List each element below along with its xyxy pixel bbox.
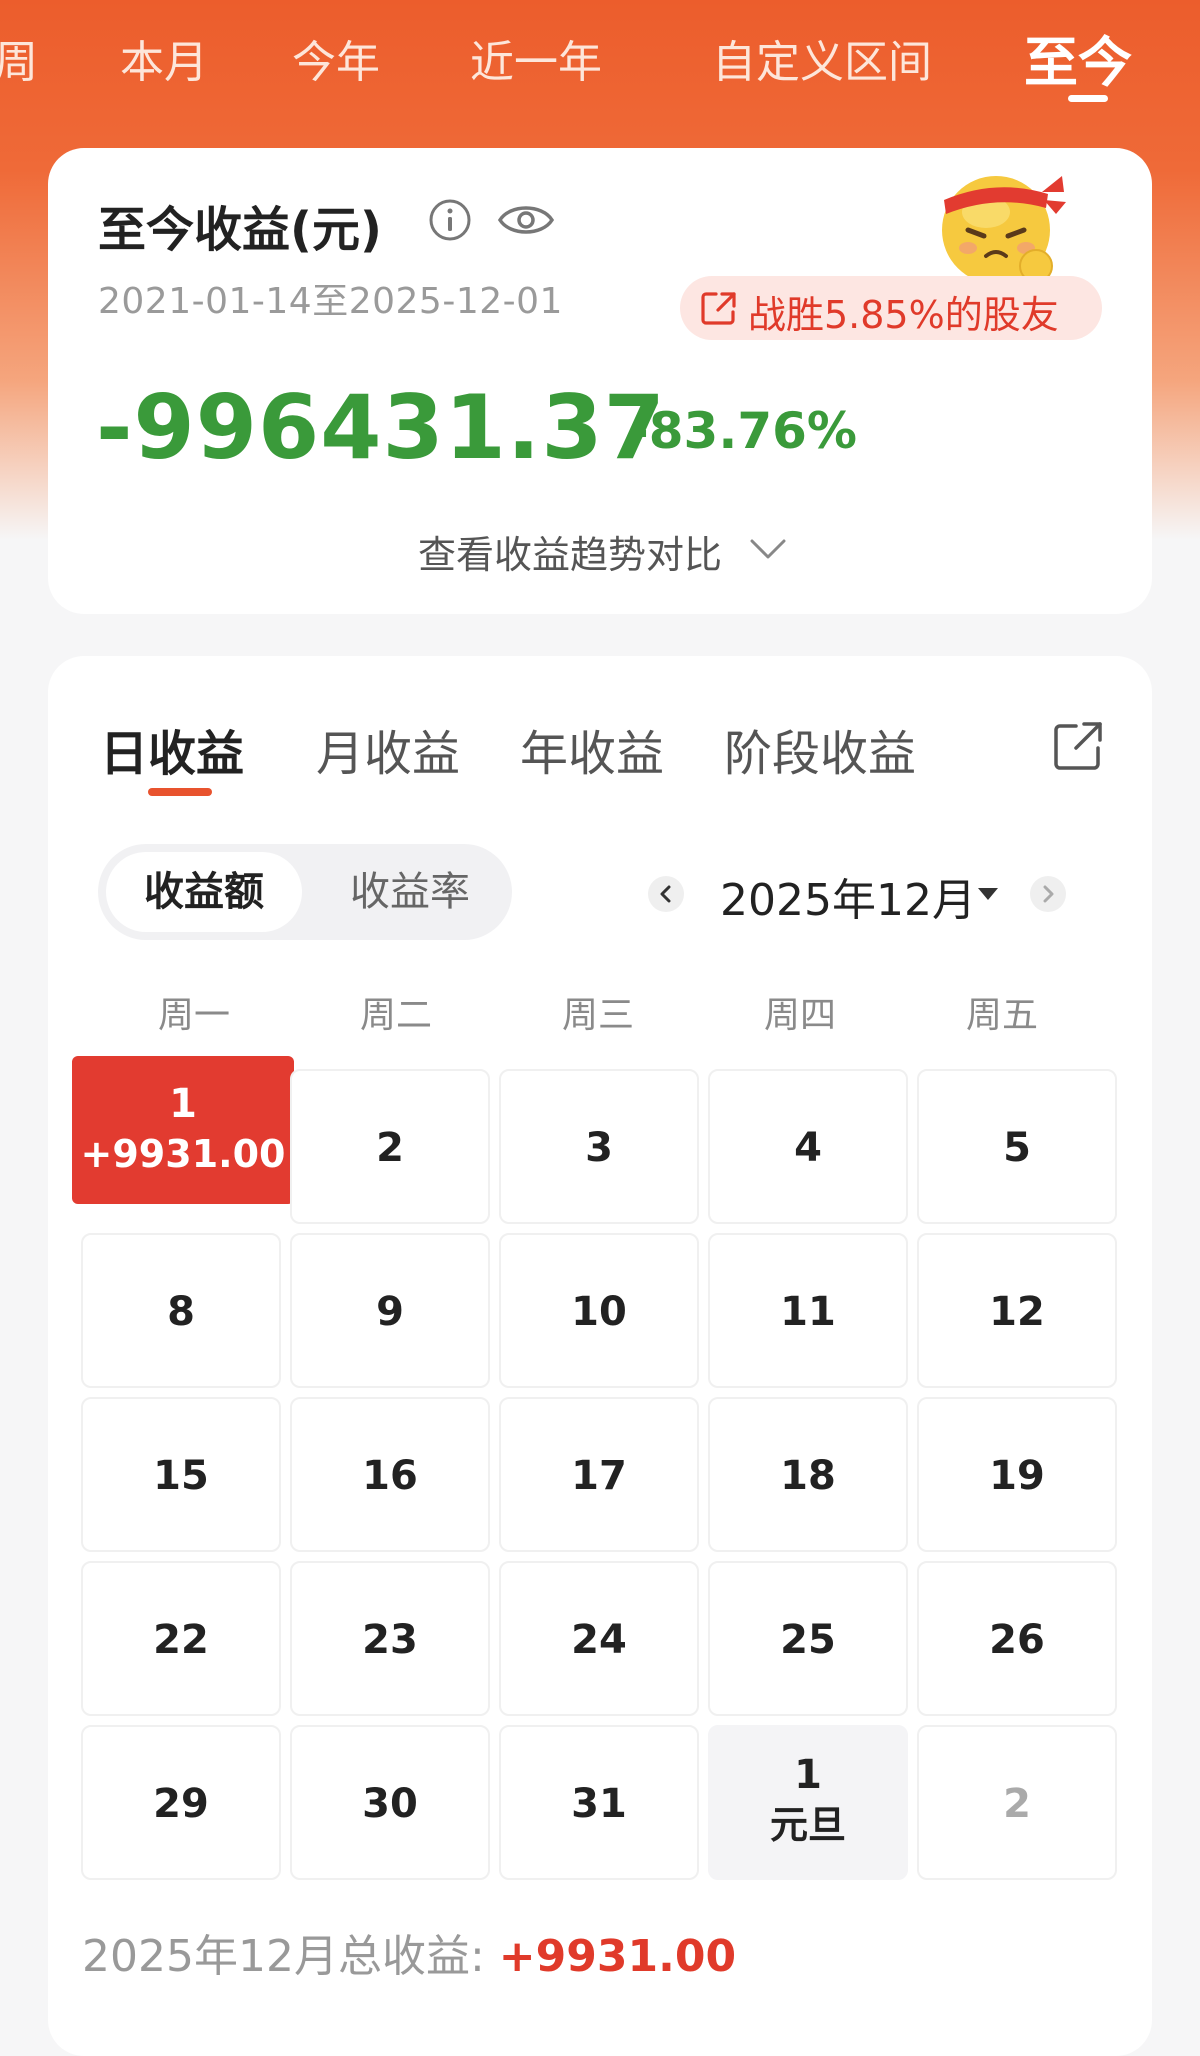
month-total: 2025年12月总收益: +9931.00 — [82, 1920, 736, 1984]
calendar-day-cell[interactable]: 3 — [499, 1069, 699, 1224]
share-out-icon — [701, 292, 736, 325]
tab-daily-profit[interactable]: 日收益 — [100, 714, 244, 784]
calendar-day-cell[interactable]: 25 — [708, 1561, 908, 1716]
day-profit-value: +9931.00 — [80, 1132, 286, 1176]
share-icon[interactable] — [1050, 718, 1106, 774]
summary-title: 至今收益(元) — [98, 202, 382, 258]
beat-percent-text: 战胜5.85%的股友 — [748, 293, 1059, 337]
tab-custom-range[interactable]: 自定义区间 — [712, 26, 932, 90]
eye-icon[interactable] — [496, 198, 556, 242]
calendar-day-cell[interactable]: 12 — [917, 1233, 1117, 1388]
weekday-thu: 周四 — [763, 995, 836, 1036]
active-tab-indicator — [1068, 95, 1108, 102]
calendar-day-cell[interactable]: 15 — [81, 1397, 281, 1552]
month-selector[interactable]: 2025年12月 — [720, 864, 976, 928]
chevron-left-icon — [660, 885, 671, 903]
weekday-wed: 周三 — [561, 995, 634, 1036]
caret-down-icon[interactable] — [978, 888, 998, 900]
next-month-button[interactable] — [1030, 876, 1066, 912]
profit-type-segment: 收益额 收益率 — [98, 844, 512, 940]
tab-stage-profit[interactable]: 阶段收益 — [724, 714, 916, 784]
trend-compare-link[interactable]: 查看收益趋势对比 — [418, 524, 722, 579]
info-icon[interactable] — [428, 198, 472, 242]
tab-this-year[interactable]: 今年 — [292, 26, 380, 90]
segment-rate[interactable]: 收益率 — [316, 852, 504, 932]
type-tab-indicator — [148, 788, 212, 796]
tab-monthly-profit[interactable]: 月收益 — [316, 714, 460, 784]
holiday-label: 元旦 — [769, 1803, 846, 1847]
weekday-fri: 周五 — [965, 995, 1038, 1036]
chevron-right-icon — [1043, 885, 1054, 903]
calendar-day-cell[interactable]: 22 — [81, 1561, 281, 1716]
total-profit-rate: -83.76% — [628, 402, 858, 460]
prev-month-button[interactable] — [648, 876, 684, 912]
calendar-day-cell[interactable]: 1 +9931.00 — [72, 1056, 294, 1204]
tab-this-month[interactable]: 本月 — [120, 26, 208, 90]
calendar-day-cell[interactable]: 10 — [499, 1233, 699, 1388]
calendar-day-cell[interactable]: 2 — [917, 1725, 1117, 1880]
calendar-day-cell[interactable]: 24 — [499, 1561, 699, 1716]
calendar-day-cell[interactable]: 30 — [290, 1725, 490, 1880]
calendar-holiday-cell[interactable]: 1 元旦 — [708, 1725, 908, 1880]
total-profit-value: -996431.37 — [96, 376, 666, 479]
calendar-day-cell[interactable]: 31 — [499, 1725, 699, 1880]
calendar-day-cell[interactable]: 26 — [917, 1561, 1117, 1716]
calendar-day-cell[interactable]: 8 — [81, 1233, 281, 1388]
tab-week[interactable]: 周 — [0, 26, 38, 90]
calendar-day-cell[interactable]: 17 — [499, 1397, 699, 1552]
calendar-day-cell[interactable]: 16 — [290, 1397, 490, 1552]
mascot-icon — [942, 176, 1066, 284]
tab-yearly-profit[interactable]: 年收益 — [520, 714, 664, 784]
date-range: 2021-01-14至2025-12-01 — [98, 281, 563, 322]
segment-amount[interactable]: 收益额 — [106, 852, 302, 932]
calendar-day-cell[interactable]: 11 — [708, 1233, 908, 1388]
month-total-label: 2025年12月总收益: — [82, 1931, 499, 1982]
month-total-value: +9931.00 — [498, 1931, 737, 1982]
weekday-tue: 周二 — [359, 995, 432, 1036]
calendar-day-cell[interactable]: 9 — [290, 1233, 490, 1388]
calendar-card: 日收益 月收益 年收益 阶段收益 收益额 收益率 2025年12月 周一 周二 … — [48, 656, 1152, 2056]
calendar-day-cell[interactable]: 18 — [708, 1397, 908, 1552]
calendar-day-cell[interactable]: 19 — [917, 1397, 1117, 1552]
period-tabs: 周 本月 今年 近一年 自定义区间 至今 — [0, 0, 1200, 120]
calendar-day-cell[interactable]: 5 — [917, 1069, 1117, 1224]
calendar-day-cell[interactable]: 29 — [81, 1725, 281, 1880]
tab-to-date[interactable]: 至今 — [1024, 18, 1132, 97]
beat-percent-badge[interactable]: 战胜5.85%的股友 — [680, 276, 1102, 340]
calendar-day-cell[interactable]: 4 — [708, 1069, 908, 1224]
summary-card: 至今收益(元) 2021-01-14至2025-12-01 战胜5.85%的股友… — [48, 148, 1152, 614]
tab-last-year[interactable]: 近一年 — [470, 26, 602, 90]
weekday-mon: 周一 — [157, 995, 230, 1036]
calendar-day-cell[interactable]: 2 — [290, 1069, 490, 1224]
calendar-day-cell[interactable]: 23 — [290, 1561, 490, 1716]
chevron-down-icon[interactable] — [748, 534, 788, 564]
